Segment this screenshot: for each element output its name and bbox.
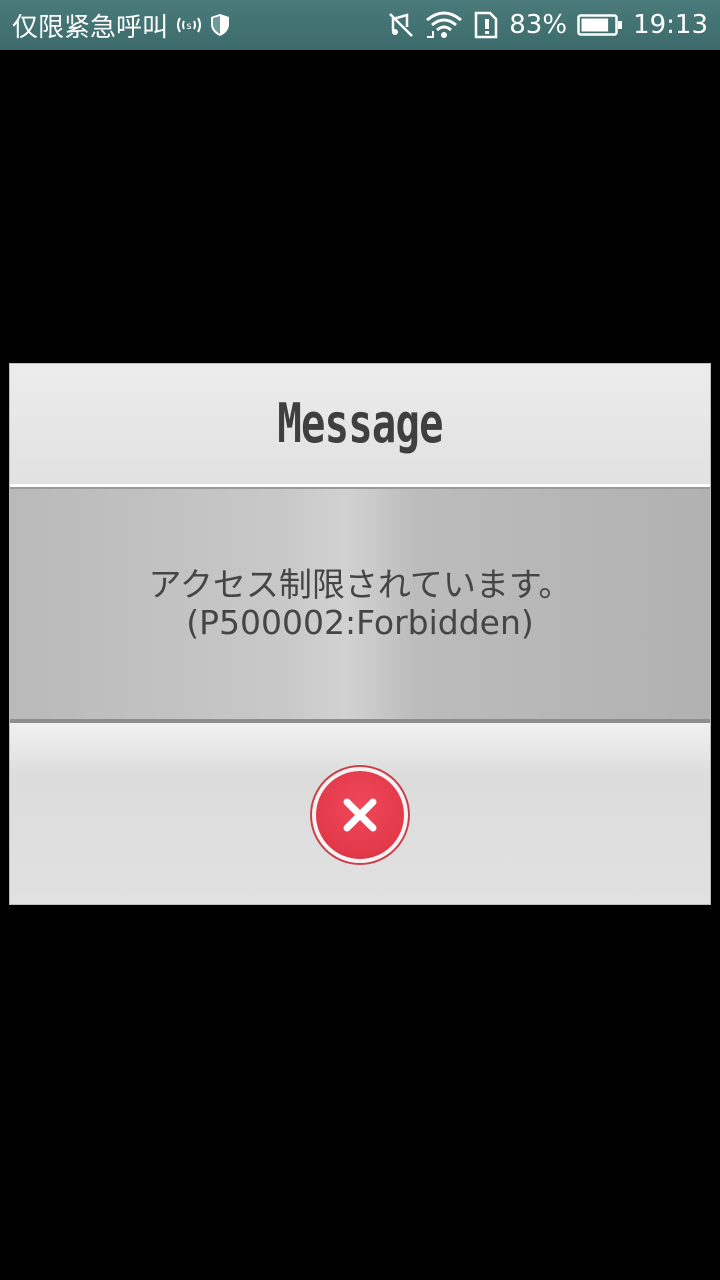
- battery-icon: [577, 13, 623, 37]
- battery-percent: 83%: [509, 10, 568, 40]
- close-button-face[interactable]: [316, 771, 404, 859]
- dialog-footer: [10, 723, 710, 904]
- clock-time: 19:13: [633, 10, 708, 40]
- emergency-signal-icon: s: [176, 14, 202, 36]
- svg-text:s: s: [186, 21, 191, 32]
- close-button[interactable]: [310, 765, 410, 865]
- status-bar: 仅限紧急呼叫 s 83% 19:13: [0, 0, 720, 50]
- close-icon: [340, 795, 380, 835]
- mute-icon: [387, 11, 415, 39]
- status-bar-left: 仅限紧急呼叫 s: [12, 7, 387, 44]
- carrier-text: 仅限紧急呼叫: [12, 12, 169, 43]
- sim-alert-icon: [473, 11, 499, 39]
- message-dialog: Message アクセス制限されています。 (P500002:Forbidden…: [9, 363, 711, 905]
- wifi-icon: [425, 11, 463, 39]
- shield-icon: [210, 13, 230, 37]
- dialog-message: アクセス制限されています。 (P500002:Forbidden): [10, 487, 710, 723]
- message-line-primary: アクセス制限されています。: [148, 565, 572, 604]
- dialog-header: Message: [10, 364, 710, 487]
- message-line-error-code: (P500002:Forbidden): [186, 603, 534, 642]
- dialog-title: Message: [277, 392, 443, 456]
- status-bar-right: 83% 19:13: [387, 10, 708, 40]
